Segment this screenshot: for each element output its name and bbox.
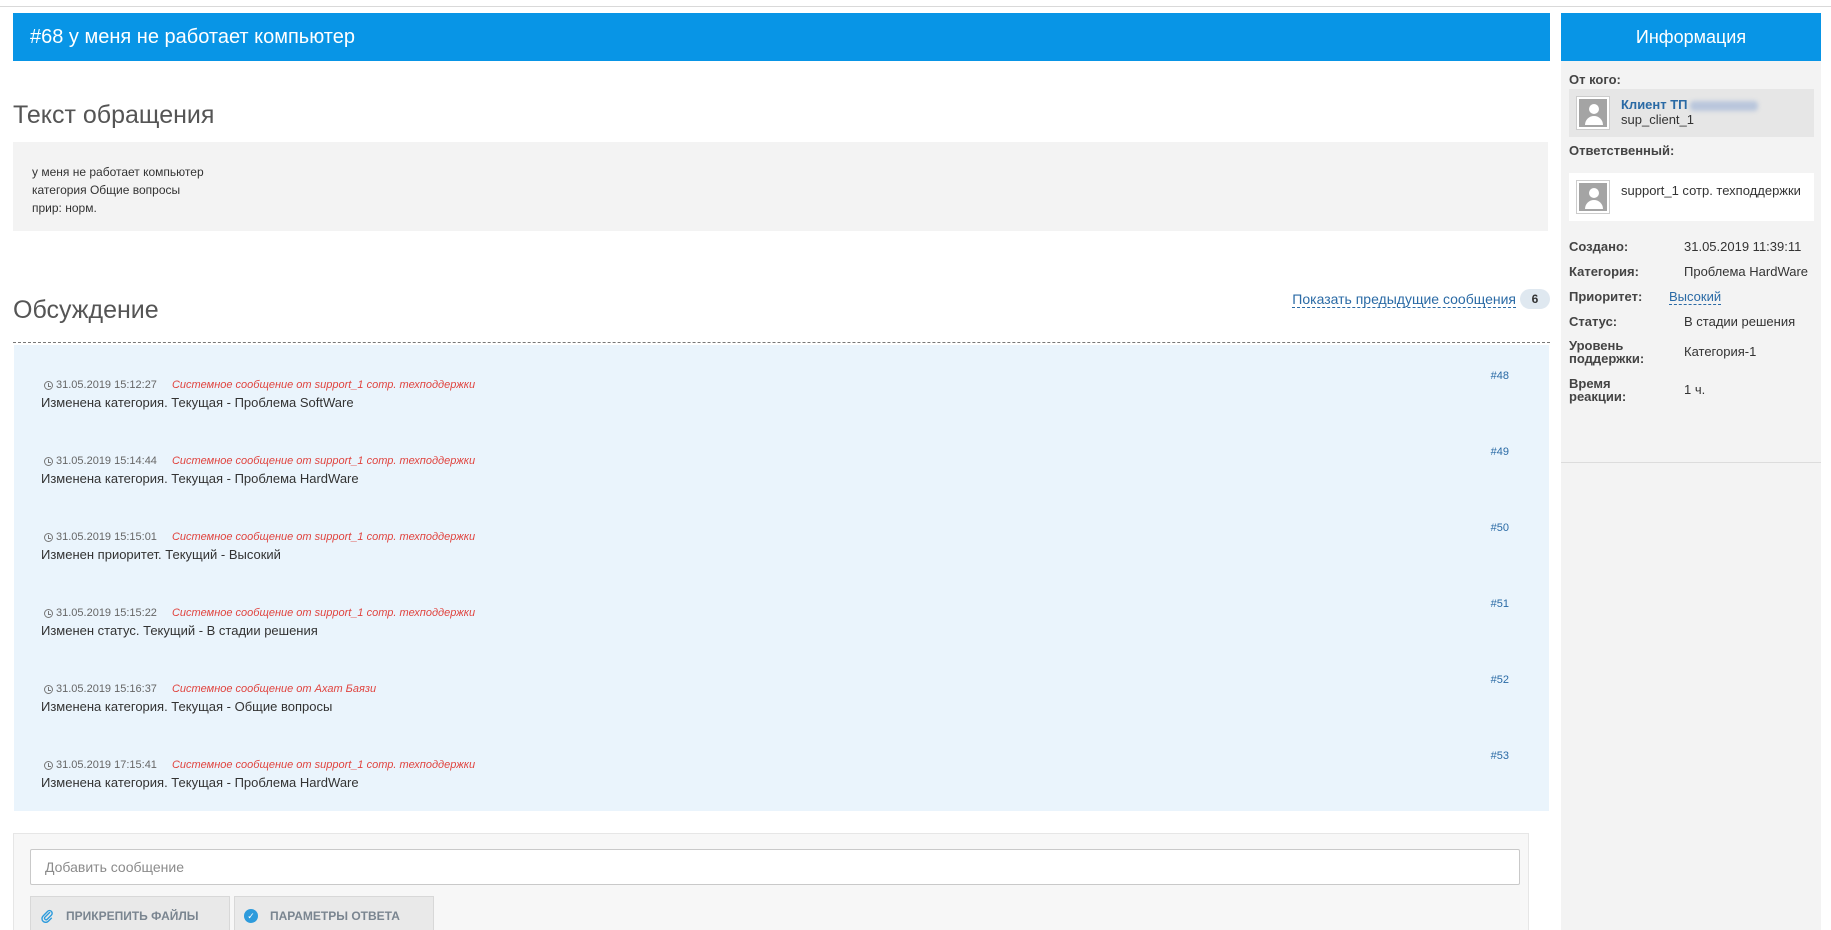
message-item: 31.05.2019 17:15:41 Системное сообщение … xyxy=(14,735,1549,811)
messages-list: 31.05.2019 15:12:27 Системное сообщение … xyxy=(14,345,1549,811)
prop-support-level: Уровень поддержки: Категория-1 xyxy=(1569,338,1819,376)
check-circle-icon: ✓ xyxy=(244,909,258,923)
blurred-text xyxy=(1689,100,1758,111)
message-meta: 31.05.2019 15:14:44 Системное сообщение … xyxy=(44,455,475,467)
request-line: прир: норм. xyxy=(32,201,97,215)
attach-files-label: ПРИКРЕПИТЬ ФАЙЛЫ xyxy=(66,909,199,923)
top-divider xyxy=(0,6,1831,7)
clock-icon xyxy=(44,684,53,694)
sidebar-divider xyxy=(1561,462,1821,463)
message-meta: 31.05.2019 15:12:27 Системное сообщение … xyxy=(44,379,475,391)
ticket-properties: Создано: 31.05.2019 11:39:11 Категория: … xyxy=(1569,239,1819,414)
request-text-box: у меня не работает компьютер категория О… xyxy=(13,142,1548,231)
show-previous-link[interactable]: Показать предыдущие сообщения xyxy=(1292,291,1516,308)
from-user-name-text: Клиент ТП xyxy=(1621,97,1688,112)
prop-status: Статус: В стадии решения xyxy=(1569,314,1819,338)
prop-label: Категория: xyxy=(1569,264,1639,279)
add-message-input[interactable] xyxy=(30,849,1520,885)
prop-priority: Приоритет: Высокий xyxy=(1569,289,1819,314)
message-text: Изменен статус. Текущий - В стадии решен… xyxy=(41,623,318,638)
message-text: Изменена категория. Текущая - Общие вопр… xyxy=(41,699,333,714)
responsible-user-card[interactable]: support_1 сотр. техподдержки xyxy=(1569,173,1814,221)
clock-icon xyxy=(44,608,53,618)
message-time: 31.05.2019 15:15:22 xyxy=(56,607,157,619)
from-user-info: Клиент ТП sup_client_1 xyxy=(1621,97,1758,127)
message-meta: 31.05.2019 15:16:37 Системное сообщение … xyxy=(44,683,376,695)
prop-reaction-time: Время реакции: 1 ч. xyxy=(1569,376,1819,414)
message-author: Системное сообщение от support_1 сотр. т… xyxy=(171,379,476,391)
reply-params-button[interactable]: ✓ ПАРАМЕТРЫ ОТВЕТА xyxy=(234,896,434,930)
message-number-link[interactable]: #48 xyxy=(1491,370,1509,382)
prop-label: Статус: xyxy=(1569,314,1618,329)
show-previous-messages[interactable]: Показать предыдущие сообщения 6 xyxy=(1292,289,1550,309)
discussion-divider xyxy=(13,342,1550,343)
message-author: Системное сообщение от support_1 сотр. т… xyxy=(171,607,476,619)
compose-area: ПРИКРЕПИТЬ ФАЙЛЫ ✓ ПАРАМЕТРЫ ОТВЕТА xyxy=(13,833,1529,930)
message-item: 31.05.2019 15:14:44 Системное сообщение … xyxy=(14,431,1549,507)
message-author: Системное сообщение от support_1 сотр. т… xyxy=(171,759,476,771)
message-item: 31.05.2019 15:15:22 Системное сообщение … xyxy=(14,583,1549,659)
attach-files-button[interactable]: ПРИКРЕПИТЬ ФАЙЛЫ xyxy=(30,896,230,930)
message-time: 31.05.2019 15:12:27 xyxy=(56,379,157,391)
clock-icon xyxy=(44,380,53,390)
message-number-link[interactable]: #51 xyxy=(1491,598,1509,610)
message-text: Изменен приоритет. Текущий - Высокий xyxy=(41,547,281,562)
clock-icon xyxy=(44,760,53,770)
prop-value: Проблема HardWare xyxy=(1684,264,1809,279)
message-number-link[interactable]: #53 xyxy=(1491,750,1509,762)
prop-value: 31.05.2019 11:39:11 xyxy=(1684,239,1802,254)
message-meta: 31.05.2019 15:15:01 Системное сообщение … xyxy=(44,531,475,543)
message-item: 31.05.2019 15:12:27 Системное сообщение … xyxy=(14,355,1549,431)
priority-link[interactable]: Высокий xyxy=(1669,289,1722,305)
clock-icon xyxy=(44,456,53,466)
message-text: Изменена категория. Текущая - Проблема H… xyxy=(41,471,359,486)
paperclip-icon xyxy=(41,909,53,923)
prop-category: Категория: Проблема HardWare xyxy=(1569,264,1819,289)
message-time: 31.05.2019 15:16:37 xyxy=(56,683,157,695)
from-user-login: sup_client_1 xyxy=(1621,112,1694,127)
message-item: 31.05.2019 15:15:01 Системное сообщение … xyxy=(14,507,1549,583)
from-user-card[interactable]: Клиент ТП sup_client_1 xyxy=(1569,89,1814,137)
message-time: 31.05.2019 15:15:01 xyxy=(56,531,157,543)
message-number-link[interactable]: #52 xyxy=(1491,674,1509,686)
discussion-heading: Обсуждение xyxy=(13,296,159,324)
prop-value: Категория-1 xyxy=(1684,344,1757,359)
from-label: От кого: xyxy=(1569,72,1621,87)
prop-value: В стадии решения xyxy=(1684,314,1796,329)
responsible-label: Ответственный: xyxy=(1569,143,1675,158)
reply-params-label: ПАРАМЕТРЫ ОТВЕТА xyxy=(270,909,400,923)
message-author: Системное сообщение от Ахат Баязи xyxy=(171,683,377,695)
request-line: у меня не работает компьютер xyxy=(32,165,204,179)
info-heading: Информация xyxy=(1561,13,1821,61)
message-time: 31.05.2019 17:15:41 xyxy=(56,759,157,771)
ticket-title: #68 у меня не работает компьютер xyxy=(13,13,1550,61)
message-text: Изменена категория. Текущая - Проблема S… xyxy=(41,395,354,410)
message-author: Системное сообщение от support_1 сотр. т… xyxy=(171,531,476,543)
responsible-user-name: support_1 сотр. техподдержки xyxy=(1621,183,1801,198)
avatar xyxy=(1576,180,1610,214)
prop-label: поддержки: xyxy=(1569,351,1645,366)
message-item: 31.05.2019 15:16:37 Системное сообщение … xyxy=(14,659,1549,735)
message-meta: 31.05.2019 15:15:22 Системное сообщение … xyxy=(44,607,475,619)
clock-icon xyxy=(44,532,53,542)
previous-count-badge: 6 xyxy=(1520,289,1550,309)
prop-created: Создано: 31.05.2019 11:39:11 xyxy=(1569,239,1819,264)
avatar xyxy=(1576,96,1610,130)
message-meta: 31.05.2019 17:15:41 Системное сообщение … xyxy=(44,759,475,771)
from-user-name[interactable]: Клиент ТП xyxy=(1621,97,1758,112)
prop-label: Приоритет: xyxy=(1569,289,1643,304)
ticket-main: #68 у меня не работает компьютер Текст о… xyxy=(13,13,1550,930)
prop-label: Создано: xyxy=(1569,239,1629,254)
message-time: 31.05.2019 15:14:44 xyxy=(56,455,157,467)
message-text: Изменена категория. Текущая - Проблема H… xyxy=(41,775,359,790)
request-line: категория Общие вопросы xyxy=(32,183,181,197)
message-number-link[interactable]: #49 xyxy=(1491,446,1509,458)
message-author: Системное сообщение от support_1 сотр. т… xyxy=(171,455,476,467)
prop-value: 1 ч. xyxy=(1684,382,1706,397)
prop-label: реакции: xyxy=(1569,389,1627,404)
info-sidebar: Информация От кого: Клиент ТП sup_client… xyxy=(1561,13,1821,930)
request-heading: Текст обращения xyxy=(13,101,215,129)
message-number-link[interactable]: #50 xyxy=(1491,522,1509,534)
